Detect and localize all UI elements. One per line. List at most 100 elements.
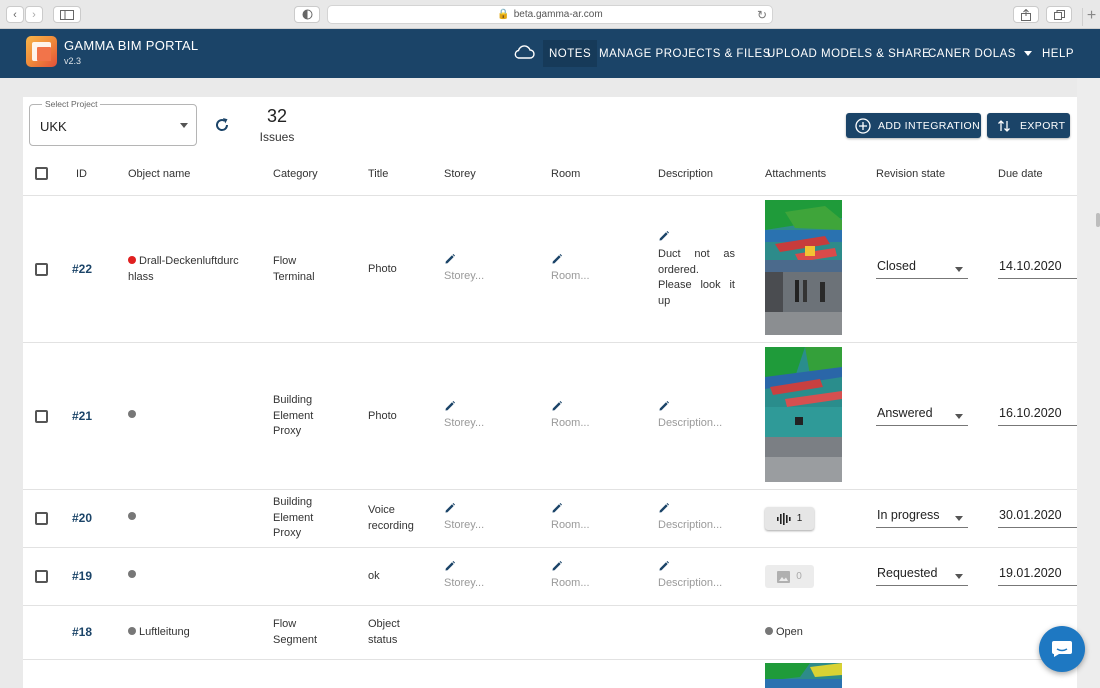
category: Building Element Proxy	[273, 496, 314, 539]
edit-pencil-icon[interactable]	[659, 401, 669, 411]
chevron-down-icon	[955, 574, 963, 579]
column-header-category[interactable]: Category	[273, 168, 318, 180]
export-label: EXPORT	[1020, 119, 1066, 132]
row-checkbox[interactable]	[35, 410, 48, 423]
add-integration-button[interactable]: ADD INTEGRATION	[846, 113, 981, 138]
reload-icon[interactable]: ↻	[757, 8, 767, 22]
edit-pencil-icon[interactable]	[552, 401, 562, 411]
due-date-field[interactable]: 16.10.2020	[998, 404, 1077, 426]
column-header-description[interactable]: Description	[658, 168, 713, 180]
issue-id[interactable]: #21	[72, 409, 92, 423]
revision-state-select[interactable]: Closed	[876, 257, 968, 279]
select-all-checkbox[interactable]	[35, 167, 48, 180]
object-name	[128, 568, 139, 584]
room-placeholder[interactable]: Room...	[551, 519, 590, 531]
reader-icon[interactable]	[294, 6, 320, 23]
row-divider	[23, 489, 1077, 490]
forward-icon[interactable]: ›	[25, 6, 43, 23]
row-checkbox[interactable]	[35, 263, 48, 276]
due-date-field[interactable]: 30.01.2020	[998, 506, 1077, 528]
description-line: ordered.	[658, 263, 699, 276]
chevron-down-icon	[955, 414, 963, 419]
edit-pencil-icon[interactable]	[552, 561, 562, 571]
column-header-storey[interactable]: Storey	[444, 168, 476, 180]
description-placeholder[interactable]: Description...	[658, 577, 722, 589]
due-date-field[interactable]: 14.10.2020	[998, 257, 1077, 279]
row-divider	[23, 195, 1077, 196]
column-header-object-name[interactable]: Object name	[128, 168, 190, 180]
storey-placeholder[interactable]: Storey...	[444, 417, 484, 429]
address-bar[interactable]: 🔒 beta.gamma-ar.com ↻	[327, 5, 773, 24]
row-checkbox[interactable]	[35, 570, 48, 583]
add-circle-icon	[855, 117, 871, 134]
edit-pencil-icon[interactable]	[445, 503, 455, 513]
resize-handle[interactable]	[1096, 213, 1100, 227]
object-name	[128, 510, 139, 526]
row-divider	[23, 547, 1077, 548]
edit-pencil-icon[interactable]	[445, 561, 455, 571]
sidebar-toggle-icon[interactable]	[53, 6, 81, 23]
export-button[interactable]: EXPORT	[987, 113, 1070, 138]
description-placeholder[interactable]: Description...	[658, 519, 722, 531]
nav-manage-projects[interactable]: MANAGE PROJECTS & FILES	[593, 40, 777, 67]
tabs-icon[interactable]	[1046, 6, 1072, 23]
chat-button[interactable]	[1039, 626, 1085, 672]
audio-attachment-button[interactable]: 1	[765, 507, 814, 530]
storey-placeholder[interactable]: Storey...	[444, 270, 484, 282]
column-header-attachments[interactable]: Attachments	[765, 168, 826, 180]
column-header-revision-state[interactable]: Revision state	[876, 168, 945, 180]
image-attachment-button: 0	[765, 565, 814, 588]
issue-id[interactable]: #20	[72, 511, 92, 525]
status-dot	[128, 627, 136, 635]
back-icon[interactable]: ‹	[6, 6, 24, 23]
edit-pencil-icon[interactable]	[445, 254, 455, 264]
row-checkbox[interactable]	[35, 512, 48, 525]
edit-pencil-icon[interactable]	[659, 231, 669, 241]
row-divider	[23, 342, 1077, 343]
column-header-due-date[interactable]: Due date	[998, 168, 1043, 180]
revision-state-select[interactable]: Answered	[876, 404, 968, 426]
attachment-thumbnail[interactable]	[765, 347, 842, 482]
issue-id[interactable]: #18	[72, 625, 92, 639]
nav-notes[interactable]: NOTES	[543, 40, 598, 67]
room-placeholder[interactable]: Room...	[551, 417, 590, 429]
edit-pencil-icon[interactable]	[445, 401, 455, 411]
edit-pencil-icon[interactable]	[552, 254, 562, 264]
attachment-thumbnail[interactable]	[765, 663, 842, 688]
chevron-down-icon	[955, 267, 963, 272]
column-header-id[interactable]: ID	[76, 168, 87, 180]
nav-upload-models[interactable]: UPLOAD MODELS & SHARE	[761, 40, 936, 67]
sort-arrows-icon	[998, 119, 1010, 132]
cloud-icon[interactable]	[513, 44, 535, 60]
column-header-room[interactable]: Room	[551, 168, 580, 180]
lock-icon: 🔒	[497, 9, 510, 20]
edit-pencil-icon[interactable]	[659, 503, 669, 513]
issue-title: ok	[368, 570, 380, 582]
project-select[interactable]: Select Project UKK	[29, 99, 197, 146]
storey-placeholder[interactable]: Storey...	[444, 519, 484, 531]
nav-help[interactable]: HELP	[1036, 40, 1080, 67]
due-date-field[interactable]: 19.01.2020	[998, 564, 1077, 586]
object-name	[128, 408, 139, 424]
project-select-value: UKK	[40, 119, 67, 134]
issue-id[interactable]: #19	[72, 569, 92, 583]
room-placeholder[interactable]: Room...	[551, 270, 590, 282]
storey-placeholder[interactable]: Storey...	[444, 577, 484, 589]
chevron-down-icon	[1023, 51, 1032, 56]
share-icon[interactable]	[1013, 6, 1039, 23]
app-version: v2.3	[64, 56, 82, 66]
attachment-thumbnail[interactable]	[765, 200, 842, 335]
edit-pencil-icon[interactable]	[552, 503, 562, 513]
edit-pencil-icon[interactable]	[659, 561, 669, 571]
room-placeholder[interactable]: Room...	[551, 577, 590, 589]
project-select-label: Select Project	[42, 99, 101, 109]
refresh-icon[interactable]	[213, 116, 231, 134]
issue-id[interactable]: #22	[72, 262, 92, 276]
revision-state-select[interactable]: In progress	[876, 506, 968, 528]
new-tab-icon[interactable]: +	[1082, 8, 1100, 26]
object-name: Luftleitung	[128, 625, 190, 641]
column-header-title[interactable]: Title	[368, 168, 388, 180]
nav-user-menu[interactable]: CANER DOLAS	[922, 40, 1038, 67]
revision-state-select[interactable]: Requested	[876, 564, 968, 586]
description-placeholder[interactable]: Description...	[658, 417, 722, 429]
